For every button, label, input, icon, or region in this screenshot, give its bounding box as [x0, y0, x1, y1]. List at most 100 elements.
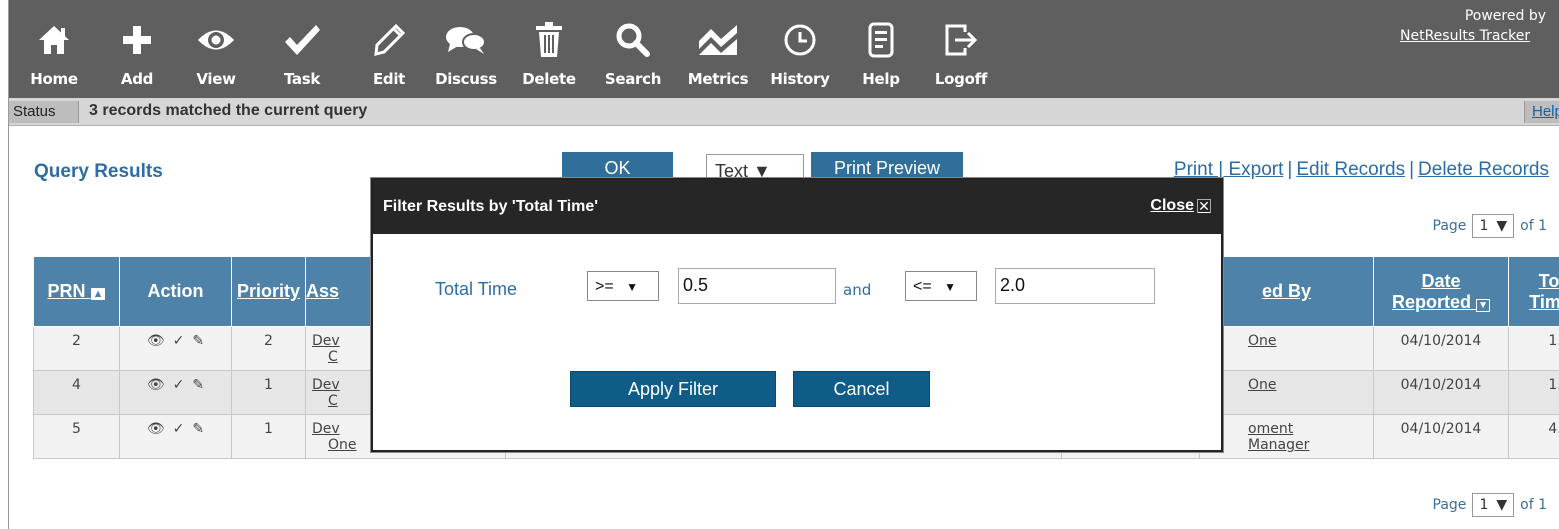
chevron-down-icon: ▼	[626, 280, 639, 294]
app-frame: Home Add View Task Edit Discuss Delete S…	[8, 0, 1559, 529]
toolbar-delete-button[interactable]: Delete	[517, 10, 581, 94]
edit-icon[interactable]: ✎	[192, 333, 204, 349]
filter-field-label: Total Time	[435, 279, 518, 299]
toolbar-task-button[interactable]: Task	[280, 10, 324, 94]
operator-select-2[interactable]: <= ▼	[905, 271, 977, 301]
assigned-link[interactable]: Dev	[312, 377, 340, 393]
status-label: Status	[9, 101, 79, 123]
task-icon[interactable]: ✓	[173, 421, 185, 437]
magnifier-icon	[615, 10, 651, 70]
link-separator: |	[1287, 159, 1293, 180]
filter-dialog: Filter Results by 'Total Time' Close ✕ To…	[371, 178, 1223, 452]
close-button[interactable]: Close ✕	[1150, 197, 1211, 215]
view-icon[interactable]: 👁	[147, 421, 165, 437]
header-reported-by[interactable]: ed By	[1199, 256, 1374, 327]
header-action-label: Action	[147, 281, 204, 301]
header-date-reported[interactable]: Date Reported ▼	[1373, 256, 1509, 327]
assigned-link[interactable]: Dev	[312, 333, 340, 349]
toolbar-home-button[interactable]: Home	[30, 10, 78, 94]
page-select[interactable]: 1 ▼	[1472, 214, 1515, 238]
help-link[interactable]: Help	[1524, 101, 1559, 123]
page-select-value: 1	[1479, 218, 1489, 234]
cell-date: 04/10/2014	[1373, 326, 1509, 371]
header-total-time[interactable]: TotalTime ▼	[1508, 256, 1559, 327]
cell-priority: 2	[231, 326, 306, 371]
cell-prn: 5	[33, 414, 120, 459]
apply-filter-button[interactable]: Apply Filter	[570, 371, 776, 407]
cancel-button[interactable]: Cancel	[793, 371, 930, 407]
header-priority[interactable]: Priority	[231, 256, 306, 327]
operator-1-value: >=	[595, 278, 614, 295]
pager-top: Page 1 ▼ of 1	[1433, 214, 1547, 238]
header-time-label-1: Total	[1538, 270, 1559, 291]
toolbar-add-button[interactable]: Add	[117, 10, 157, 94]
chart-icon	[697, 10, 739, 70]
powered-by: Powered by NetResults Tracker	[1400, 6, 1559, 46]
eye-icon	[196, 10, 236, 70]
header-date-label-1: Date	[1421, 270, 1461, 291]
netresults-link[interactable]: NetResults Tracker	[1400, 26, 1559, 46]
page-select[interactable]: 1 ▼	[1472, 493, 1515, 517]
pager-bottom: Page 1 ▼ of 1	[1433, 493, 1547, 517]
document-icon	[868, 10, 894, 70]
logout-icon	[943, 10, 979, 70]
toolbar-view-button[interactable]: View	[192, 10, 240, 94]
cell-time: 1.5	[1508, 370, 1559, 415]
toolbar-edit-button[interactable]: Edit	[369, 10, 409, 94]
powered-by-text: Powered by	[1464, 8, 1546, 24]
view-icon[interactable]: 👁	[147, 333, 165, 349]
edit-icon[interactable]: ✎	[192, 421, 204, 437]
cell-actions: 👁 ✓ ✎	[119, 370, 232, 415]
filter-icon[interactable]: ▼	[1476, 298, 1490, 312]
edit-records-link[interactable]: Edit Records	[1296, 159, 1405, 180]
close-label: Close	[1150, 197, 1194, 214]
checkmark-icon	[282, 10, 322, 70]
reported-by-link[interactable]: One	[1248, 377, 1277, 393]
max-value-input[interactable]: 2.0	[995, 268, 1155, 304]
toolbar-help-button[interactable]: Help	[861, 10, 901, 94]
format-select[interactable]: Text ▼	[706, 154, 804, 181]
toolbar-discuss-button[interactable]: Discuss	[432, 10, 500, 94]
chat-bubbles-icon	[444, 10, 488, 70]
view-icon[interactable]: 👁	[147, 377, 165, 393]
toolbar-search-button[interactable]: Search	[599, 10, 667, 94]
task-icon[interactable]: ✓	[173, 377, 185, 393]
toolbar-history-button[interactable]: History	[763, 10, 837, 94]
assigned-link-2[interactable]: C	[312, 393, 338, 409]
page-label: Page	[1432, 218, 1467, 234]
header-date-label-2: Reported	[1392, 291, 1472, 312]
assigned-link[interactable]: Dev	[312, 421, 340, 437]
print-preview-button[interactable]: Print Preview	[811, 152, 963, 180]
cell-time: 4.0	[1508, 414, 1559, 459]
cell-reported-by[interactable]: oment Manager	[1199, 414, 1374, 459]
assigned-link-2[interactable]: One	[312, 437, 357, 453]
operator-2-value: <=	[913, 278, 932, 295]
header-action: Action	[119, 256, 232, 327]
reported-by-link-2[interactable]: Manager	[1248, 437, 1309, 453]
cell-prn: 4	[33, 370, 120, 415]
operator-select-1[interactable]: >= ▼	[587, 271, 659, 301]
page-label: Page	[1432, 497, 1467, 513]
min-value-input[interactable]: 0.5	[678, 268, 836, 304]
toolbar-logoff-button[interactable]: Logoff	[933, 10, 989, 94]
clock-icon	[783, 10, 817, 70]
cell-actions: 👁 ✓ ✎	[119, 414, 232, 459]
reported-by-link[interactable]: oment	[1248, 421, 1293, 437]
task-icon[interactable]: ✓	[173, 333, 185, 349]
print-export-link[interactable]: Print | Export	[1174, 159, 1283, 180]
header-prn[interactable]: PRN ▲	[33, 256, 120, 327]
delete-records-link[interactable]: Delete Records	[1418, 159, 1549, 180]
cell-reported-by[interactable]: One	[1199, 370, 1374, 415]
reported-by-link[interactable]: One	[1248, 333, 1277, 349]
pencil-icon	[372, 10, 406, 70]
toolbar-metrics-button[interactable]: Metrics	[681, 10, 755, 94]
ok-button[interactable]: OK	[562, 152, 673, 180]
cell-reported-by[interactable]: One	[1199, 326, 1374, 371]
edit-icon[interactable]: ✎	[192, 377, 204, 393]
header-prn-label: PRN	[47, 281, 86, 301]
header-assigned-label: Ass	[306, 281, 340, 301]
cell-priority: 1	[231, 370, 306, 415]
cell-priority: 1	[231, 414, 306, 459]
plus-icon	[120, 10, 154, 70]
assigned-link-2[interactable]: C	[312, 349, 338, 365]
